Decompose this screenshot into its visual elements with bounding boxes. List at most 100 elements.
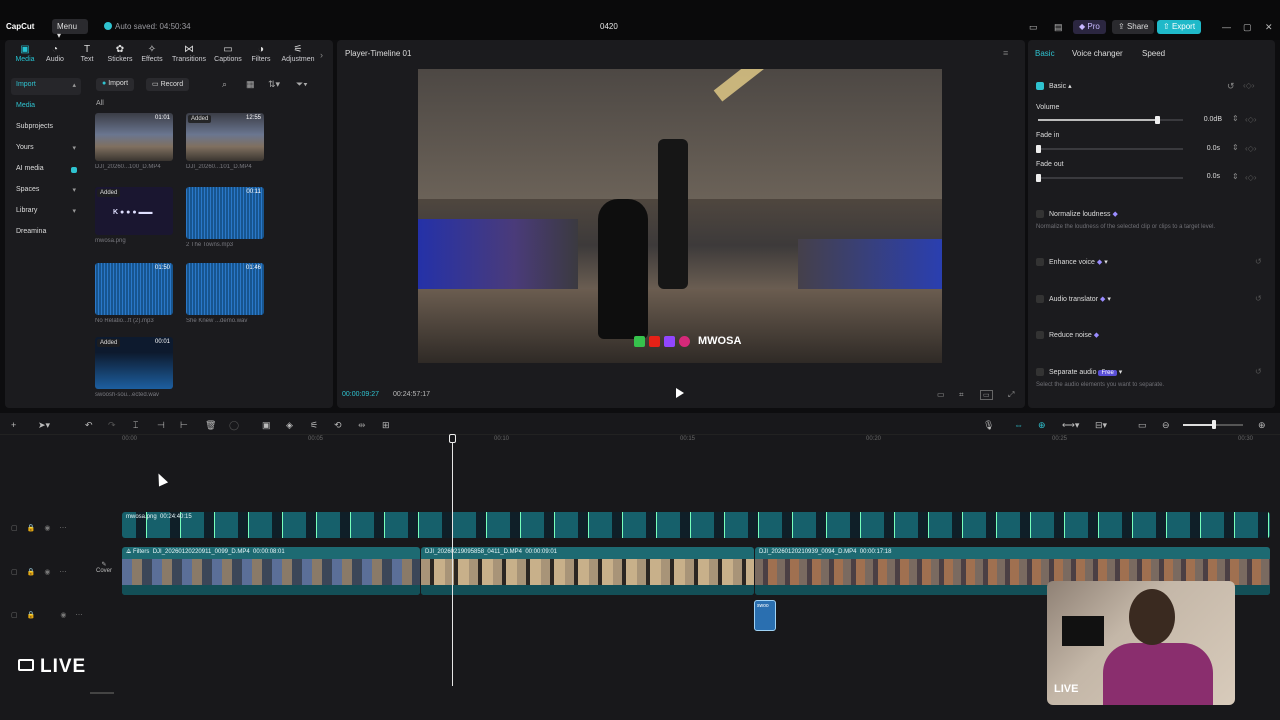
ai-edit-icon[interactable]: ⟲ (334, 420, 342, 431)
player-menu-icon[interactable]: ≡ (1003, 48, 1008, 58)
keyframe-icon[interactable]: ‹◇› (1243, 81, 1254, 90)
minimize-icon[interactable]: — (1222, 22, 1231, 32)
grid-view-icon[interactable]: ▦ (246, 79, 255, 90)
keyframe-icon[interactable]: ‹◇› (1245, 115, 1256, 124)
side-item-yours[interactable]: Yours ▾ (11, 141, 81, 158)
filter-all[interactable]: All (96, 100, 104, 107)
timeline-scrollbar[interactable] (90, 692, 114, 694)
track-checkbox-icon[interactable]: ▢ (11, 524, 18, 532)
reset-icon[interactable]: ↺ (1227, 81, 1235, 92)
side-item-library[interactable]: Library ▾ (11, 204, 81, 221)
tab-speed[interactable]: Speed (1142, 49, 1165, 58)
side-item-ai-media[interactable]: AI media (11, 162, 81, 179)
crop-icon[interactable]: ⌗ (959, 390, 964, 400)
ratio-icon[interactable]: ▭ (980, 390, 993, 400)
cover-button[interactable]: ✎ Cover (93, 561, 115, 574)
tab-basic[interactable]: Basic (1035, 49, 1055, 58)
separate-checkbox[interactable] (1036, 368, 1044, 376)
media-item[interactable]: 01:46 She Knew ...demo.wav (186, 263, 266, 324)
shortcuts-icon[interactable]: ▤ (1054, 22, 1063, 33)
keyframe-icon[interactable]: ‹◇› (1245, 144, 1256, 153)
menu-button[interactable]: Menu ▾ (52, 19, 88, 40)
split-right-icon[interactable]: ⊢ (180, 420, 188, 431)
maximize-icon[interactable]: ▢ (1243, 22, 1252, 33)
track-checkbox-icon[interactable]: ▢ (11, 568, 18, 576)
side-item-dreamina[interactable]: Dreamina (11, 225, 81, 242)
zoom-out-icon[interactable]: ⊖ (1162, 420, 1170, 431)
zoom-knob[interactable] (1212, 420, 1216, 429)
more-icon[interactable]: ⋯ (59, 568, 66, 576)
import-button[interactable]: ● Import (96, 78, 135, 91)
fade-out-slider[interactable] (1038, 177, 1183, 179)
tool-transitions[interactable]: ⋈ Transitions (172, 44, 206, 63)
tool-stickers[interactable]: ✿ Stickers (103, 44, 137, 63)
timeline-ruler[interactable]: 00:00 00:05 00:10 00:15 00:20 00:25 00:3… (122, 436, 1272, 446)
normalize-checkbox[interactable] (1036, 210, 1044, 218)
video-clip[interactable]: ⟁ Filters DJI_20260120220911_0099_D.MP4 … (122, 547, 420, 595)
stepper-icon[interactable]: ⇕ (1232, 172, 1239, 181)
enhance-checkbox[interactable] (1036, 258, 1044, 266)
lock-icon[interactable]: 🔒 (27, 568, 36, 576)
microphone-icon[interactable]: 🎙 (983, 420, 994, 431)
playhead-handle[interactable] (449, 434, 456, 443)
stepper-icon[interactable]: ⇕ (1232, 143, 1239, 152)
tab-voice-changer[interactable]: Voice changer (1072, 49, 1123, 58)
media-item[interactable]: 00:11 2 The Towns.mp3 (186, 187, 266, 248)
fade-out-value[interactable]: 0.0s (1190, 173, 1220, 180)
media-item[interactable]: Added 12:55 DJI_20260...101_D.MP4 (186, 113, 266, 170)
lock-icon[interactable]: 🔒 (27, 611, 36, 619)
share-button[interactable]: ⇪ Share (1112, 20, 1155, 34)
overlay-clip[interactable]: mwosa.png 00:24:40:15 (122, 512, 1270, 538)
captions-track-icon[interactable]: ▭ (1138, 420, 1147, 431)
tool-filters[interactable]: ◑ Filters (244, 44, 278, 63)
side-item-import[interactable]: Import ▴ (11, 78, 81, 95)
fade-out-knob[interactable] (1036, 174, 1041, 182)
tool-captions[interactable]: ▭ Captions (211, 44, 245, 63)
video-preview[interactable]: MWOSA (418, 69, 942, 363)
project-title[interactable]: 0420 (600, 22, 618, 31)
media-item[interactable]: 01:01 DJI_20260...100_D.MP4 (95, 113, 175, 170)
side-item-spaces[interactable]: Spaces ▾ (11, 183, 81, 200)
snap-icon[interactable]: ⊟▾ (1095, 420, 1107, 431)
media-item[interactable]: Added K ● ● ● ▬▬ mwosa.png (95, 187, 175, 244)
adjust-icon[interactable]: ⚟ (310, 420, 318, 431)
volume-knob[interactable] (1155, 116, 1160, 124)
reframe-icon[interactable]: ⊞ (382, 420, 390, 431)
play-button[interactable] (676, 388, 684, 398)
eye-icon[interactable]: ◉ (44, 524, 50, 532)
more-icon[interactable]: ⋯ (75, 611, 82, 619)
select-tool-icon[interactable]: ➤▾ (38, 420, 50, 431)
tool-text[interactable]: T Text (70, 44, 104, 63)
reduce-noise-checkbox[interactable] (1036, 331, 1044, 339)
tool-audio[interactable]: ◔ Audio (38, 44, 72, 63)
video-clip[interactable]: DJI_20260219095858_0411_D.MP4 00:00:09:0… (421, 547, 754, 595)
fade-in-slider[interactable] (1038, 148, 1183, 150)
audio-clip[interactable]: swoo (754, 600, 776, 631)
reset-icon[interactable]: ↺ (1255, 257, 1262, 266)
add-track-icon[interactable]: + (11, 420, 16, 430)
link-icon[interactable]: ⇔ (1014, 420, 1023, 430)
delete-icon[interactable]: 🗑 (205, 420, 216, 431)
tool-adjustment[interactable]: ⚟ Adjustmen (281, 44, 315, 63)
playhead[interactable] (452, 436, 453, 686)
split-left-icon[interactable]: ⊣ (157, 420, 165, 431)
translator-checkbox[interactable] (1036, 295, 1044, 303)
track-checkbox-icon[interactable]: ▢ (11, 611, 18, 619)
record-button[interactable]: ▭ Record (146, 78, 190, 91)
zoom-in-icon[interactable]: ⊕ (1258, 420, 1266, 431)
search-icon[interactable]: ⌕ (222, 79, 227, 90)
stepper-icon[interactable]: ⇕ (1232, 114, 1239, 123)
chevron-right-icon[interactable]: › (320, 50, 323, 60)
export-button[interactable]: ⇧ Export (1157, 20, 1202, 34)
redo-icon[interactable]: ↷ (108, 420, 116, 431)
side-item-subprojects[interactable]: Subprojects (11, 120, 81, 137)
preview-axis-icon[interactable]: ⟷▾ (1062, 420, 1079, 431)
crop-clip-icon[interactable]: ▣ (262, 420, 271, 431)
lock-icon[interactable]: 🔒 (27, 524, 36, 532)
basic-checkbox[interactable] (1036, 82, 1044, 90)
volume-value[interactable]: 0.0dB (1192, 116, 1222, 123)
sort-icon[interactable]: ⇅▾ (268, 79, 280, 90)
reset-icon[interactable]: ↺ (1255, 367, 1262, 376)
media-item[interactable]: Added 00:01 swoosh-sou...ected.wav (95, 337, 175, 398)
tool-effects[interactable]: ✧ Effects (135, 44, 169, 63)
